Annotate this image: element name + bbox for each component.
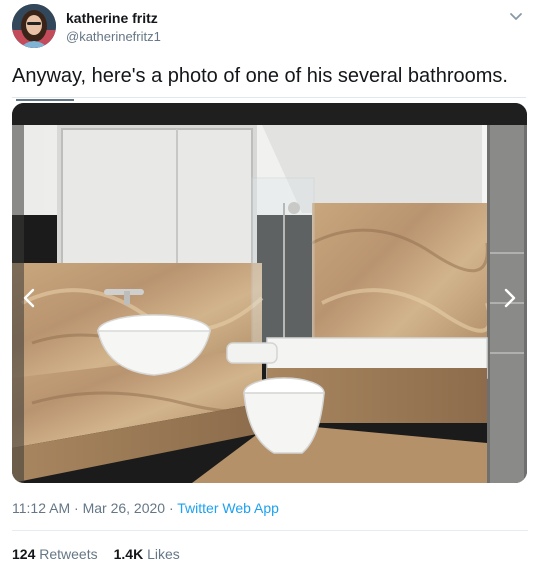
chevron-down-icon[interactable] (506, 6, 526, 26)
meta-separator: · (70, 500, 83, 516)
author-handle[interactable]: @katherinefritz1 (66, 29, 161, 44)
tweet-stats: 124 Retweets 1.4K Likes (12, 546, 180, 562)
tweet-text: Anyway, here's a photo of one of his sev… (12, 65, 508, 87)
likes-stat[interactable]: 1.4K Likes (114, 546, 180, 562)
tweet-date[interactable]: Mar 26, 2020 (83, 500, 166, 516)
chevron-right-icon[interactable] (491, 268, 527, 328)
tweet-header: katherine fritz @katherinefritz1 (12, 4, 528, 52)
avatar[interactable] (12, 4, 56, 48)
tweet-photo[interactable] (12, 103, 527, 483)
bathroom-photo (12, 103, 527, 483)
chevron-left-icon[interactable] (12, 268, 48, 328)
text-underline (16, 99, 74, 101)
likes-count: 1.4K (113, 546, 144, 562)
tweet-meta: 11:12 AM · Mar 26, 2020 · Twitter Web Ap… (12, 500, 279, 516)
divider (12, 530, 528, 531)
retweets-count: 124 (12, 546, 36, 562)
retweets-label: Retweets (39, 546, 98, 562)
divider (12, 97, 526, 98)
likes-label: Likes (147, 546, 180, 562)
tweet-time[interactable]: 11:12 AM (12, 500, 70, 516)
source-app-link[interactable]: Twitter Web App (177, 500, 279, 516)
author-name[interactable]: katherine fritz (66, 10, 158, 26)
retweets-stat[interactable]: 124 Retweets (12, 546, 98, 562)
meta-separator: · (165, 500, 178, 516)
